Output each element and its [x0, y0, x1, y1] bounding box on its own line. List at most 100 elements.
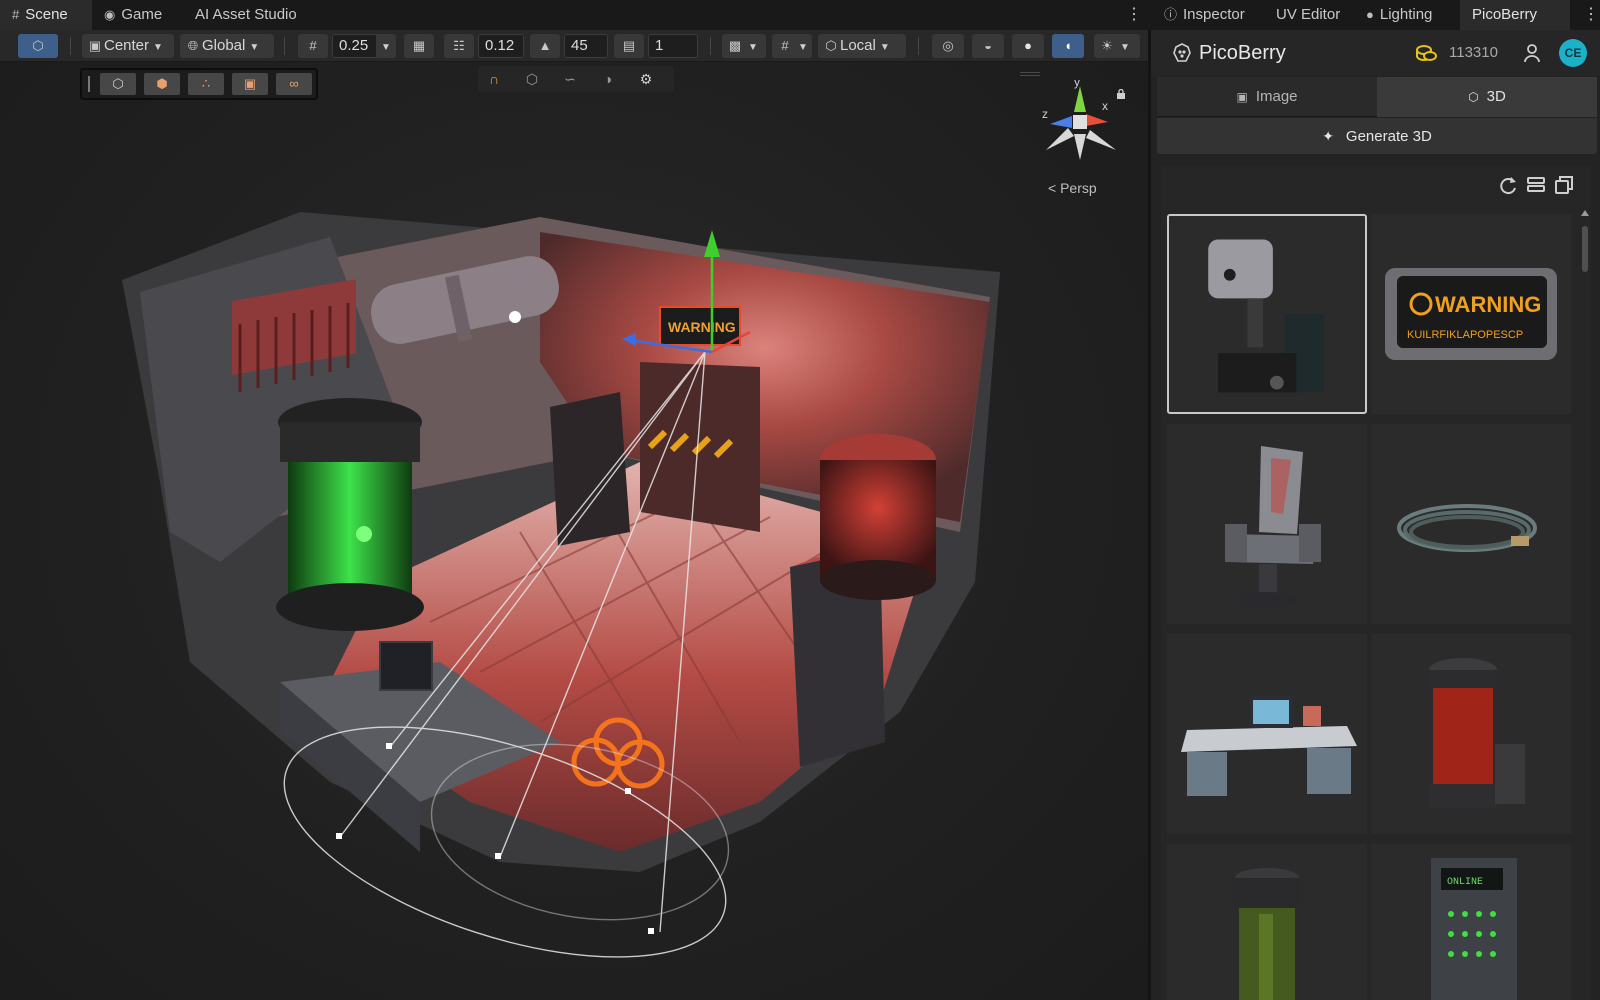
gizmo-tools-overlay: ∩ ⬡ ∽ ◑ ⚙ [478, 66, 674, 92]
increment-snap-value-field[interactable]: 0.12 [478, 34, 524, 58]
draw-mode-dropdown[interactable]: ▩ ▼ [722, 34, 766, 58]
scene-render[interactable]: WARNING [0, 62, 1148, 1000]
wireframe-sphere-icon: ◎ [942, 38, 954, 53]
shaded-button[interactable]: ● [1012, 34, 1044, 58]
gizmo-y-label: y [1074, 80, 1080, 89]
tab-scene[interactable]: # Scene [0, 0, 92, 30]
generate-3d-button[interactable]: ✦ Generate 3D [1157, 118, 1597, 154]
face-tool-button[interactable]: ⬢ [144, 73, 180, 95]
asset-thumbnail[interactable] [1371, 634, 1571, 834]
pivot-mode-dropdown[interactable]: ▣ Center ▼ [82, 34, 174, 58]
red-canister-render [1429, 658, 1525, 808]
add-cube-button[interactable]: ⬡ [516, 68, 548, 90]
user-icon[interactable] [1523, 43, 1541, 63]
rotation-snap-value-field[interactable]: 45 [564, 34, 608, 58]
shield-tool-button[interactable]: ◑ [592, 68, 624, 90]
robotic-arm-render [1208, 239, 1324, 393]
scale-snap-toggle[interactable]: ▤ [614, 34, 644, 58]
tab-3d[interactable]: ⬡ 3D [1377, 77, 1597, 117]
wireframe-shading-button[interactable]: ◎ [932, 34, 964, 58]
asset-thumbnail[interactable] [1167, 844, 1367, 1000]
picoberry-logo-icon [1173, 43, 1191, 62]
shield-icon: ◑ [603, 71, 613, 87]
grid-snap-toggle[interactable]: # [298, 34, 328, 58]
asset-gallery: WARNING KUILRFIKLAPOPESCP ONLINE [1161, 166, 1591, 1000]
tab-ai-asset-studio[interactable]: AI Asset Studio [183, 0, 309, 30]
scale-snap-value-field[interactable]: 1 [648, 34, 698, 58]
gizmo-y-cone-icon[interactable] [1074, 86, 1086, 112]
unlit-button[interactable]: ◖ [1052, 34, 1084, 58]
asset-thumbnail[interactable] [1167, 634, 1367, 834]
vertex-tool-button[interactable]: ∴ [188, 73, 224, 95]
asset-thumbnail[interactable] [1371, 424, 1571, 624]
server-rack-thumbnail-label: ONLINE [1447, 877, 1483, 888]
asset-thumbnail[interactable] [1167, 424, 1367, 624]
face-icon: ⬢ [156, 76, 168, 91]
scroll-up-arrow-icon[interactable] [1581, 210, 1589, 216]
gallery-scrollbar[interactable] [1581, 206, 1589, 996]
grid-icon: # [12, 7, 20, 22]
object-tool-button[interactable]: ∞ [276, 73, 312, 95]
gizmo-z-cone-icon[interactable] [1050, 116, 1072, 128]
toolbar-divider [710, 37, 711, 55]
increment-snap-toggle[interactable]: ☷ [444, 34, 474, 58]
grid-visibility-dropdown[interactable]: # ▼ [772, 34, 812, 58]
tab-inspector[interactable]: ⓘ Inspector [1152, 0, 1257, 30]
viewport-options-handle[interactable] [1020, 72, 1040, 76]
scrollbar-thumb[interactable] [1582, 226, 1588, 272]
rotation-snap-toggle[interactable]: ▲ [530, 34, 560, 58]
computer-desk-render [1181, 696, 1357, 796]
move-gizmo-y-arrow[interactable] [704, 230, 720, 257]
magnet-tool-button[interactable]: ∩ [478, 68, 510, 90]
lock-icon[interactable] [1116, 86, 1126, 99]
tab-uv-editor[interactable]: UV Editor [1264, 0, 1352, 30]
gizmo-neg-y-cone-icon [1074, 134, 1086, 160]
asset-thumbnail[interactable]: ONLINE [1371, 844, 1571, 1000]
grid-snap-dropdown[interactable]: ▼ [376, 34, 396, 58]
orientation-gizmo[interactable]: y x z [1038, 80, 1122, 164]
handle-space-dropdown[interactable]: ⬡ Local ▼ [818, 34, 906, 58]
tab-picoberry[interactable]: PicoBerry [1460, 0, 1570, 30]
scifi-chair-render [1225, 446, 1321, 608]
view-tool-button[interactable]: ⬡ [18, 34, 58, 58]
tab-lighting[interactable]: ● Lighting [1354, 0, 1444, 30]
gizmo-center-cube-icon[interactable] [1073, 115, 1087, 129]
point-light-icon[interactable] [509, 311, 521, 323]
moon-sphere-icon: ◖ [1064, 38, 1072, 53]
camera-mode-label[interactable]: < Persp [1048, 180, 1097, 196]
scene-viewport[interactable]: WARNING ⬡ ⬢ ∴ ▣ ∞ ∩ ⬡ ∽ ◑ ⚙ y x z < Pers… [0, 62, 1148, 1000]
list-view-icon[interactable] [1525, 174, 1547, 196]
gizmo-settings-button[interactable]: ⚙ [630, 68, 662, 90]
toolbar-divider [70, 37, 71, 55]
edge-tool-button[interactable]: ▣ [232, 73, 268, 95]
mode-tabs: ▣ Image ⬡ 3D [1157, 77, 1597, 117]
cube-icon: ⬡ [32, 38, 44, 53]
duplicate-icon[interactable] [1553, 174, 1575, 196]
gizmo-x-cone-icon[interactable] [1086, 114, 1108, 126]
grid-align-button[interactable]: ▦ [404, 34, 434, 58]
avatar[interactable]: CE [1559, 39, 1587, 67]
scene-menu-kebab-icon[interactable]: ⋮ [1126, 4, 1142, 26]
overlay-drag-handle[interactable] [88, 76, 90, 92]
toolbar-divider [284, 37, 285, 55]
mesh-tool-button[interactable]: ⬡ [100, 73, 136, 95]
asset-thumbnail[interactable] [1167, 214, 1367, 414]
asset-thumbnail[interactable]: WARNING KUILRFIKLAPOPESCP [1371, 214, 1571, 414]
path-tool-button[interactable]: ∽ [554, 68, 586, 90]
globe-icon: 🌐︎ [187, 38, 199, 53]
scene-fx-dropdown[interactable]: ☀ ▼ [1094, 34, 1140, 58]
green-tank-cap [280, 422, 420, 462]
tab-game[interactable]: ◉ Game [92, 0, 174, 30]
pivot-rotation-dropdown[interactable]: 🌐︎ Global ▼ [180, 34, 274, 58]
panel-menu-kebab-icon[interactable]: ⋮ [1583, 4, 1599, 26]
gizmo-neg-z-cone-icon [1086, 130, 1116, 150]
chevron-down-icon: ▼ [879, 42, 890, 53]
window-tab-bar: # Scene ◉ Game AI Asset Studio ⋮ ⓘ Inspecto… [0, 0, 1600, 30]
picoberry-header: PicoBerry 113310 CE [1151, 30, 1600, 76]
red-canister-bottom [820, 560, 936, 600]
refresh-icon[interactable] [1497, 174, 1519, 196]
warning-sign-text: WARNING [668, 319, 736, 335]
shaded-wireframe-button[interactable]: ◒ [972, 34, 1004, 58]
green-light-icon[interactable] [356, 526, 372, 542]
tab-image[interactable]: ▣ Image [1157, 77, 1377, 117]
